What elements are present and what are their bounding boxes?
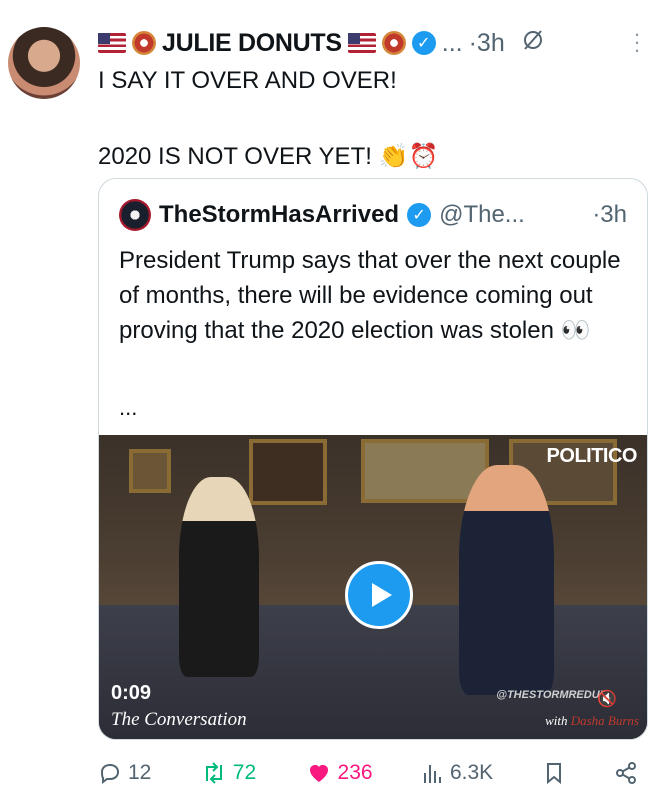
us-flag-icon	[98, 33, 126, 53]
reply-icon	[100, 763, 120, 784]
quoted-post-ellipsis: ...	[119, 395, 138, 420]
more-icon[interactable]: · · ·	[632, 23, 642, 61]
credit-name: Dasha Burns	[570, 713, 639, 728]
grok-icon[interactable]	[521, 28, 545, 59]
like-icon	[309, 765, 328, 782]
repost-count: 72	[232, 761, 257, 784]
mute-icon[interactable]: 🔇	[597, 689, 617, 709]
quoted-author-avatar[interactable]	[119, 199, 151, 231]
portrait-frame	[249, 439, 327, 505]
verified-badge-icon[interactable]: ✓	[411, 31, 436, 55]
video-credit: with Dasha Burns	[545, 713, 639, 729]
action-bar: 12 72 236 6.3K	[98, 755, 638, 791]
views-button[interactable]: 6.3K	[422, 761, 493, 785]
bookmark-icon	[546, 763, 561, 785]
quoted-post[interactable]: TheStormHasArrived ✓ @The... ·3h Preside…	[98, 178, 648, 740]
us-flag-icon	[347, 33, 376, 53]
like-count: 236	[337, 761, 373, 784]
quoted-post-time[interactable]: ·3h	[592, 201, 627, 229]
like-button[interactable]: 236	[306, 761, 373, 785]
video-player[interactable]: POLITICO 0:09 The Conversation @THESTORM…	[99, 435, 647, 739]
handle-ellipsis: ...	[441, 28, 463, 57]
video-caption: The Conversation	[111, 709, 247, 730]
share-button[interactable]	[614, 761, 638, 785]
video-watermark: @THESTORMREDUX	[496, 689, 607, 701]
donut-icon	[381, 31, 406, 55]
frame-small	[129, 449, 171, 493]
quoted-post-text: President Trump says that over the next …	[119, 247, 621, 344]
play-button[interactable]	[345, 561, 413, 629]
interviewee-figure	[459, 465, 554, 695]
views-icon	[423, 765, 441, 783]
interviewer-figure	[179, 477, 259, 677]
author-name[interactable]: JULIE DONUTS	[162, 29, 342, 58]
reply-button[interactable]: 12	[98, 761, 151, 785]
repost-icon	[205, 762, 222, 784]
donut-icon	[132, 31, 156, 55]
author-avatar[interactable]	[8, 27, 80, 99]
play-icon	[372, 583, 392, 607]
video-brand-label: POLITICO	[546, 445, 638, 467]
share-icon	[616, 762, 636, 784]
credit-prefix: with	[545, 713, 568, 728]
quoted-author-name[interactable]: TheStormHasArrived	[159, 201, 399, 229]
video-duration: 0:09	[111, 682, 152, 704]
views-count: 6.3K	[449, 761, 494, 784]
post-text: I SAY IT OVER AND OVER! 2020 IS NOT OVER…	[98, 67, 439, 170]
post-header: JULIE DONUTS ✓ ... ·3h	[98, 26, 638, 60]
verified-badge-icon: ✓	[407, 203, 432, 227]
repost-button[interactable]: 72	[201, 761, 256, 785]
quoted-author-handle[interactable]: @The...	[439, 201, 525, 229]
quoted-post-header: TheStormHasArrived ✓ @The... ·3h	[119, 197, 627, 233]
post-time[interactable]: ·3h	[469, 29, 505, 58]
bookmark-button[interactable]	[543, 761, 565, 785]
reply-count: 12	[128, 761, 152, 784]
